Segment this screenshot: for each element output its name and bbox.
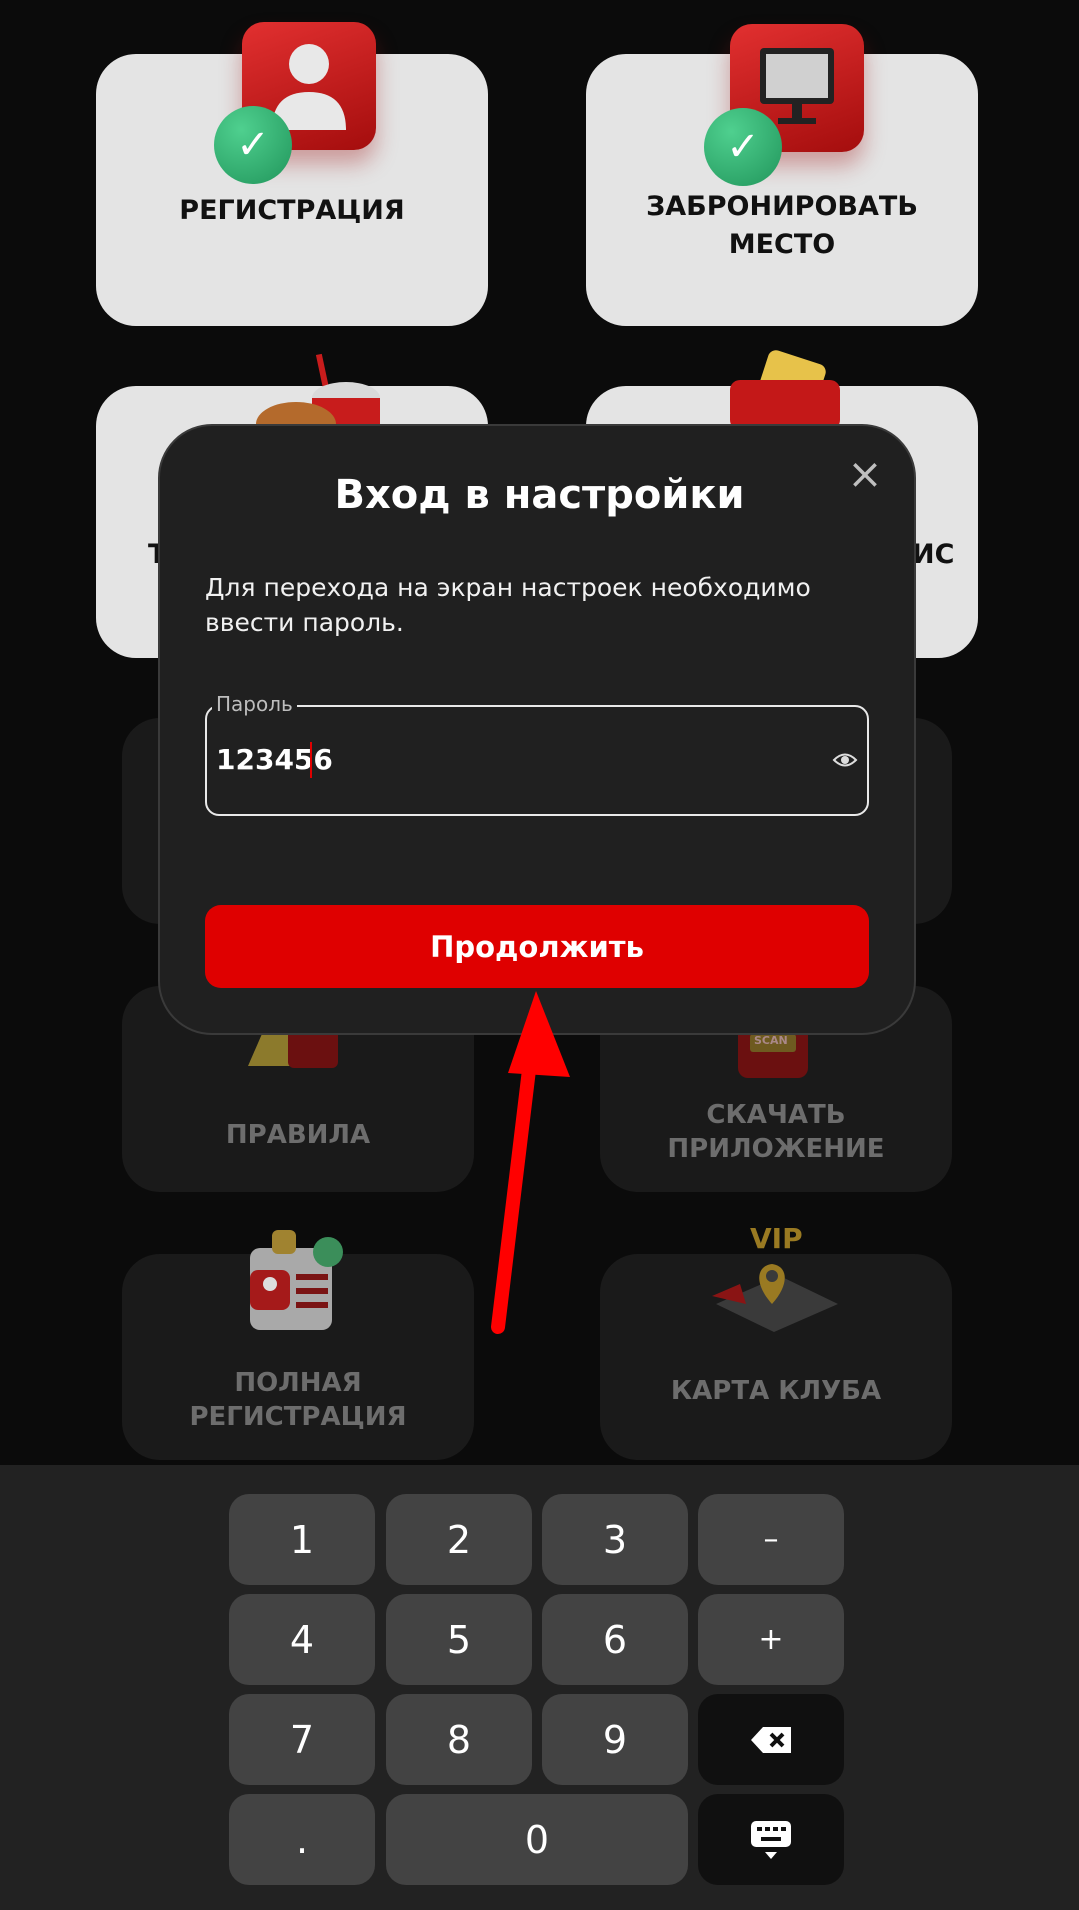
key-1[interactable]: 1 — [229, 1494, 375, 1585]
annotation-arrow — [491, 991, 570, 1334]
text-caret — [310, 742, 312, 778]
key-8[interactable]: 8 — [386, 1694, 532, 1785]
scan-badge: SCAN — [754, 1034, 788, 1047]
eye-icon[interactable] — [832, 749, 858, 771]
dialog-title: Вход в настройки — [334, 472, 745, 518]
key-0[interactable]: 0 — [386, 1794, 688, 1885]
keyboard-toggle-key[interactable] — [698, 1794, 844, 1885]
tile-partial-text-right: ИС — [912, 539, 955, 570]
key-minus[interactable]: – — [698, 1494, 844, 1585]
tile-club-map-label: КАРТА КЛУБА — [670, 1376, 882, 1406]
checkmark-icon: ✓ — [214, 106, 292, 184]
keyboard-icon — [751, 1820, 791, 1859]
key-4[interactable]: 4 — [229, 1594, 375, 1685]
dialog-description: Для перехода на экран настроек необходим… — [205, 573, 811, 637]
key-plus[interactable]: + — [698, 1594, 844, 1685]
drink-cup-icon — [256, 346, 386, 446]
password-field-label: Пароль — [212, 691, 297, 717]
tile-rules-label: ПРАВИЛА — [225, 1120, 371, 1150]
checkmark-icon: ✓ — [704, 108, 782, 186]
wallet-icon — [720, 350, 860, 430]
key-3[interactable]: 3 — [542, 1494, 688, 1585]
backspace-key[interactable] — [698, 1694, 844, 1785]
continue-button[interactable]: Продолжить — [205, 905, 869, 988]
key-5[interactable]: 5 — [386, 1594, 532, 1685]
map-pin-icon: VIP — [710, 1220, 842, 1340]
key-7[interactable]: 7 — [229, 1694, 375, 1785]
id-card-icon — [244, 1226, 348, 1334]
key-6[interactable]: 6 — [542, 1594, 688, 1685]
backspace-icon — [751, 1726, 791, 1753]
key-9[interactable]: 9 — [542, 1694, 688, 1785]
tile-book-seat-label: ЗАБРОНИРОВАТЬ МЕСТО — [646, 191, 918, 260]
close-icon[interactable]: × — [847, 453, 883, 495]
tile-full-registration-label: ПОЛНАЯ РЕГИСТРАЦИЯ — [189, 1368, 407, 1432]
key-dot[interactable]: . — [229, 1794, 375, 1885]
key-2[interactable]: 2 — [386, 1494, 532, 1585]
tile-download-app-label: СКАЧАТЬ ПРИЛОЖЕНИЕ — [667, 1100, 885, 1164]
tile-registration-label: РЕГИСТРАЦИЯ — [179, 195, 405, 226]
password-input-value[interactable]: 123456 — [216, 741, 333, 779]
